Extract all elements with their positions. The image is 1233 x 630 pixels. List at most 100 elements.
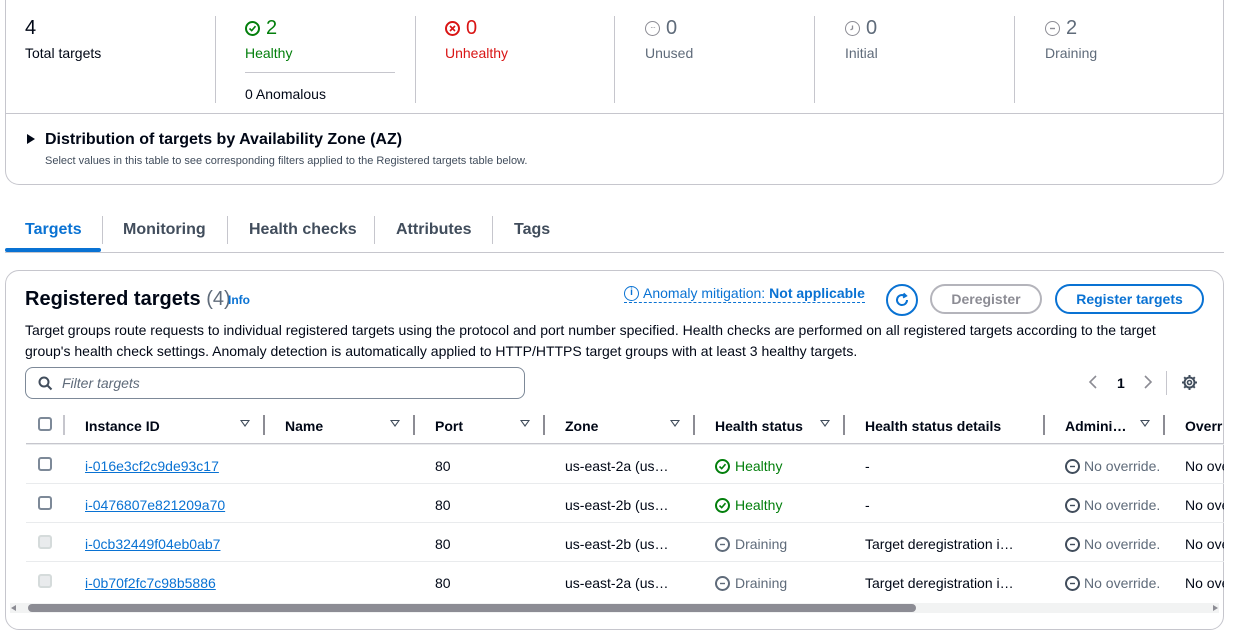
health-status: Draining — [715, 535, 787, 553]
column-administrative-override[interactable]: Admini… — [1065, 417, 1126, 435]
row-checkbox[interactable] — [38, 496, 52, 510]
column-health-status[interactable]: Health status — [715, 417, 803, 435]
tab-monitoring[interactable]: Monitoring — [123, 220, 206, 240]
page-number[interactable]: 1 — [1117, 375, 1125, 391]
row-checkbox — [38, 535, 52, 549]
column-resizer[interactable] — [263, 415, 265, 435]
sort-icon[interactable] — [390, 420, 400, 427]
table-row[interactable]: i-0b70f2fc7c98b5886 80 us-east-2a (us… Drai… — [26, 561, 1224, 601]
caret-right-icon[interactable] — [27, 134, 35, 144]
administrative-override-text: No override. — [1084, 497, 1161, 513]
column-resizer[interactable] — [543, 415, 545, 435]
anomaly-mitigation-link[interactable]: i Anomaly mitigation: Not applicable — [624, 285, 865, 303]
sort-icon[interactable] — [520, 420, 530, 427]
chevron-left-icon[interactable] — [1088, 375, 1098, 394]
registered-targets-description: Target groups route requests to individu… — [25, 322, 1156, 359]
instance-id-link[interactable]: i-0b70f2fc7c98b5886 — [85, 574, 216, 592]
divider — [102, 216, 103, 244]
administrative-override-text: No override. — [1084, 575, 1161, 591]
filter-placeholder: Filter targets — [62, 375, 140, 391]
column-port[interactable]: Port — [435, 417, 463, 435]
administrative-override: No override. — [1065, 496, 1160, 514]
column-health-status-details[interactable]: Health status details — [865, 417, 1001, 435]
port-value: 80 — [435, 497, 451, 513]
scroll-left-icon[interactable] — [11, 605, 16, 611]
tab-health-checks[interactable]: Health checks — [249, 220, 357, 240]
divider — [215, 16, 216, 103]
anomalous-count: 0 Anomalous — [245, 86, 326, 102]
filter-targets-input[interactable]: Filter targets — [25, 367, 525, 399]
instance-id-link[interactable]: i-0cb32449f04eb0ab7 — [85, 535, 220, 553]
divider — [6, 113, 1223, 114]
column-resizer[interactable] — [843, 415, 845, 435]
scroll-right-icon[interactable] — [1213, 605, 1218, 611]
health-status-text: Draining — [735, 575, 788, 591]
unhealthy-metric: 0 Unhealthy — [445, 16, 508, 62]
distribution-description: Select values in this table to see corre… — [45, 155, 528, 167]
sort-icon[interactable] — [820, 420, 830, 427]
health-status: Draining — [715, 574, 787, 592]
unhealthy-label[interactable]: Unhealthy — [445, 44, 508, 62]
register-targets-button[interactable]: Register targets — [1055, 284, 1204, 314]
port-value: 80 — [435, 536, 451, 552]
port-value: 80 — [435, 575, 451, 591]
divider — [227, 216, 228, 244]
draining-metric: 2 Draining — [1045, 16, 1097, 62]
column-zone[interactable]: Zone — [565, 417, 598, 435]
column-override-details[interactable]: Overri — [1185, 417, 1223, 435]
horizontal-scrollbar[interactable] — [10, 603, 1219, 613]
scrollbar-thumb[interactable] — [28, 604, 916, 612]
table-row[interactable]: i-0476807e821209a70 80 us-east-2b (us… Heal… — [26, 483, 1224, 523]
info-link[interactable]: Info — [228, 293, 250, 307]
tab-tags[interactable]: Tags — [514, 220, 550, 240]
total-targets-metric: 4 Total targets — [25, 16, 101, 62]
chevron-right-icon[interactable] — [1143, 375, 1153, 394]
column-resizer[interactable] — [1043, 415, 1045, 435]
sort-icon[interactable] — [1140, 420, 1150, 427]
override-details: No ove — [1185, 458, 1224, 474]
column-resizer[interactable] — [693, 415, 695, 435]
column-instance-id[interactable]: Instance ID — [85, 417, 160, 435]
row-checkbox[interactable] — [38, 457, 52, 471]
table-row[interactable]: i-016e3cf2c9de93c17 80 us-east-2a (us… Heal… — [26, 444, 1224, 484]
anomaly-mitigation-value: Not applicable — [769, 285, 865, 301]
divider — [63, 415, 65, 435]
tab-targets[interactable]: Targets — [25, 220, 82, 240]
unused-label: Unused — [645, 45, 694, 61]
health-status-details: - — [865, 458, 870, 474]
column-resizer[interactable] — [413, 415, 415, 435]
instance-id-link[interactable]: i-0476807e821209a70 — [85, 496, 225, 514]
healthy-value: 2 — [266, 17, 278, 39]
zone-value: us-east-2a (us… — [565, 458, 669, 474]
table-row[interactable]: i-0cb32449f04eb0ab7 80 us-east-2b (us… Drai… — [26, 522, 1224, 562]
sort-icon[interactable] — [670, 420, 680, 427]
tab-attributes[interactable]: Attributes — [396, 220, 472, 240]
minus-circle-icon — [1065, 458, 1080, 474]
deregister-button[interactable]: Deregister — [930, 284, 1042, 314]
divider — [415, 16, 416, 103]
instance-id-link[interactable]: i-016e3cf2c9de93c17 — [85, 457, 219, 475]
unused-metric: ··· 0 Unused — [645, 16, 693, 62]
zone-value: us-east-2b (us… — [565, 536, 669, 552]
administrative-override: No override. — [1065, 535, 1160, 553]
health-status-text: Healthy — [735, 497, 783, 513]
column-resizer[interactable] — [1163, 415, 1165, 435]
administrative-override: No override. — [1065, 574, 1160, 592]
total-targets-label: Total targets — [25, 45, 102, 61]
refresh-button[interactable] — [886, 284, 918, 316]
divider — [614, 16, 615, 103]
check-circle-icon — [715, 458, 730, 474]
search-icon — [38, 376, 53, 391]
column-name[interactable]: Name — [285, 417, 323, 435]
select-all-checkbox[interactable] — [38, 417, 52, 431]
initial-metric: 0 Initial — [845, 16, 878, 62]
distribution-toggle[interactable]: Distribution of targets by Availability … — [45, 130, 402, 150]
override-details: No ove — [1185, 575, 1224, 591]
divider — [374, 216, 375, 244]
healthy-label[interactable]: Healthy — [245, 44, 292, 62]
minus-circle-icon — [1065, 575, 1080, 591]
healthy-metric: 2 Healthy — [245, 16, 292, 62]
gear-icon[interactable] — [1181, 374, 1198, 396]
row-checkbox — [38, 574, 52, 588]
sort-icon[interactable] — [240, 420, 250, 427]
